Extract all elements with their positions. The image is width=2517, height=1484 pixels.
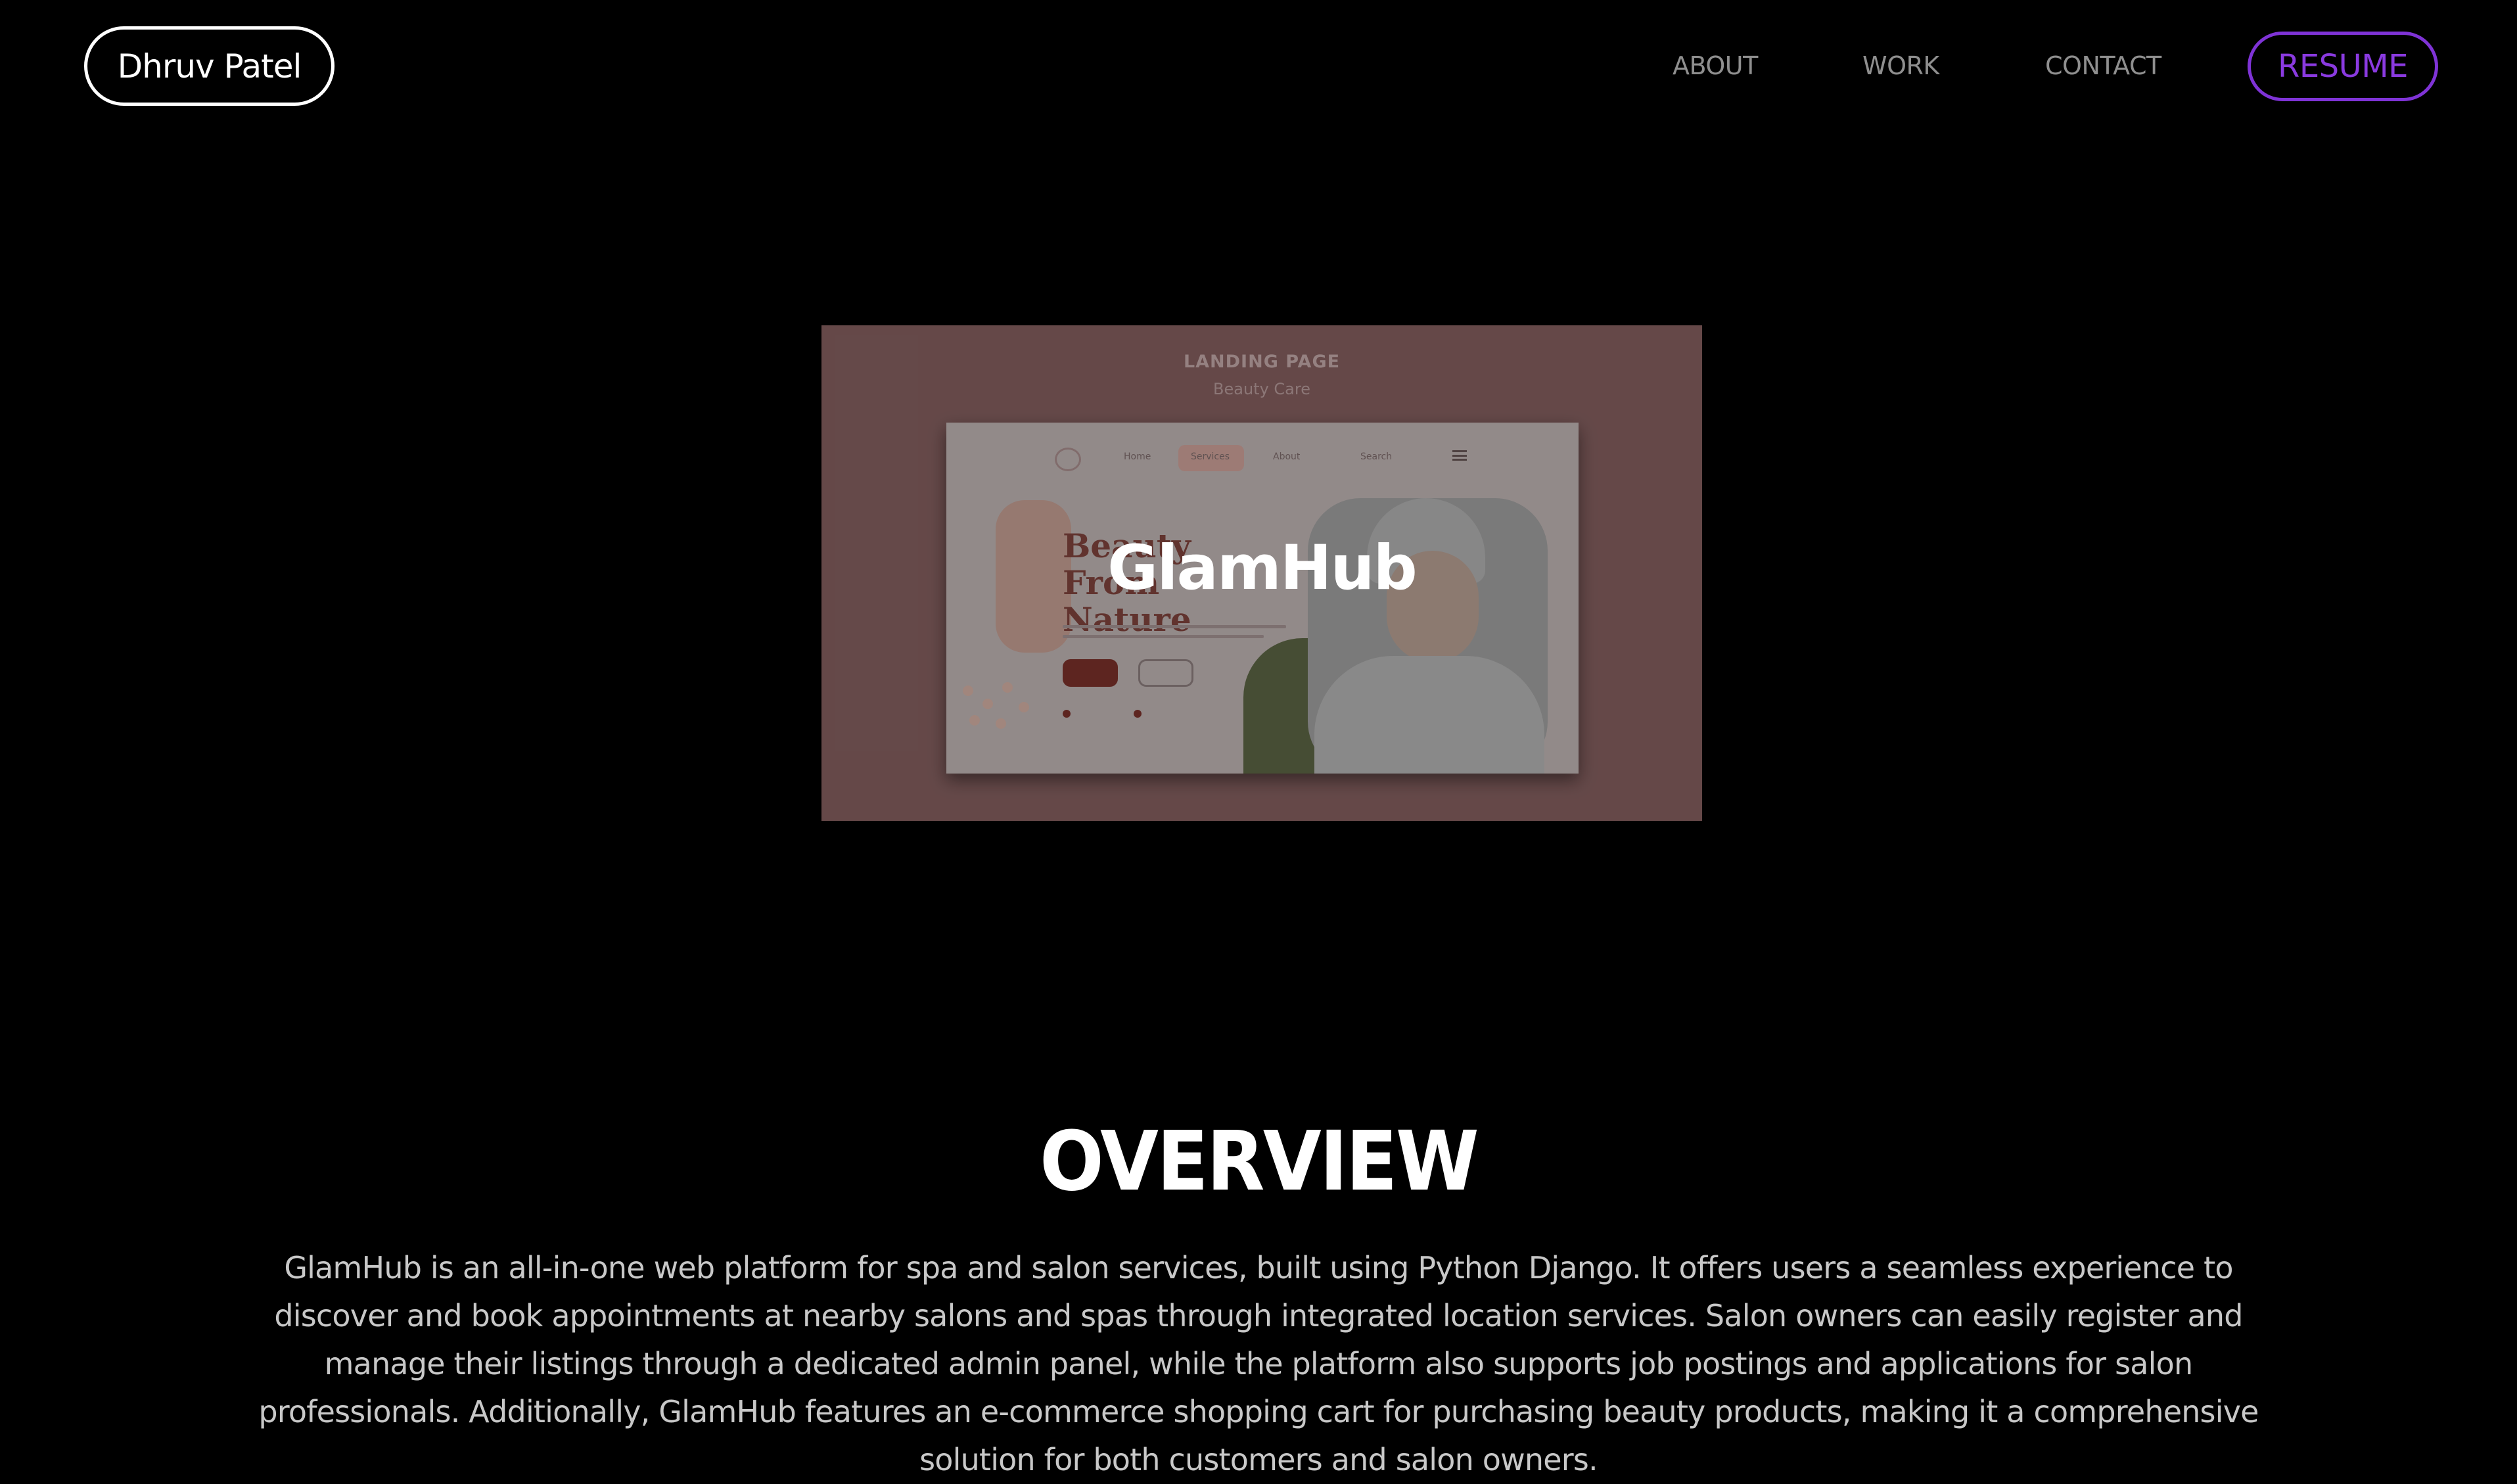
project-hero-card[interactable]: LANDING PAGE Beauty Care Home Services A…	[821, 325, 1702, 821]
main-nav: ABOUT WORK CONTACT RESUME	[0, 0, 2517, 131]
resume-button[interactable]: RESUME	[2248, 32, 2438, 101]
nav-about-link[interactable]: ABOUT	[1673, 49, 1758, 83]
overview-description: GlamHub is an all-in-one web platform fo…	[258, 1250, 2259, 1477]
overview-heading: OVERVIEW	[1040, 1114, 1479, 1209]
project-title: GlamHub	[1107, 532, 1418, 604]
nav-work-link[interactable]: WORK	[1862, 49, 1939, 83]
nav-contact-link[interactable]: CONTACT	[2045, 49, 2161, 83]
